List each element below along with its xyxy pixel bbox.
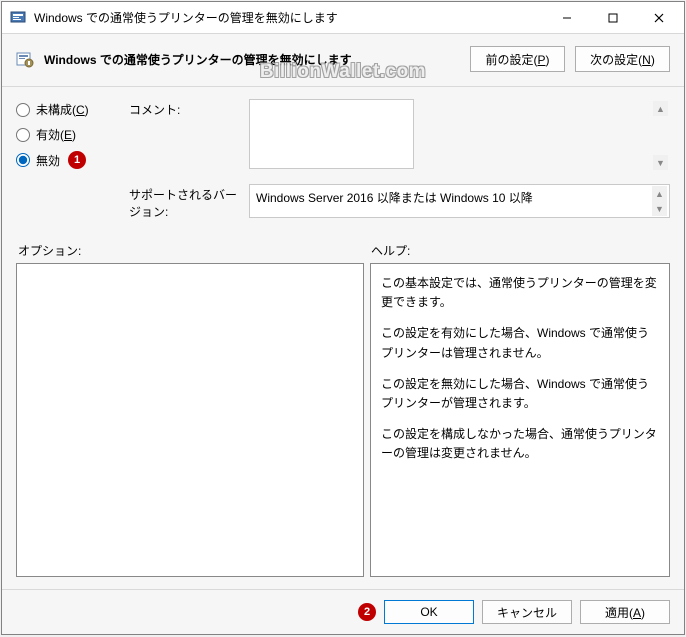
help-paragraph: この設定を構成しなかった場合、通常使うプリンターの管理は変更されません。 (381, 425, 659, 463)
annotation-badge-1: 1 (68, 151, 86, 169)
close-button[interactable] (636, 3, 682, 33)
comment-label: コメント: (129, 99, 239, 118)
next-setting-button[interactable]: 次の設定(N) (575, 46, 670, 72)
cancel-button[interactable]: キャンセル (482, 600, 572, 624)
radio-disabled-label: 無効 (36, 152, 60, 169)
dialog-header: Windows での通常使うプリンターの管理を無効にします 前の設定(P) 次の… (2, 34, 684, 87)
content-area: 未構成(C) 有効(E) 無効 1 コメント: (2, 87, 684, 589)
dialog-window: Windows での通常使うプリンターの管理を無効にします Windows での… (1, 1, 685, 635)
titlebar: Windows での通常使うプリンターの管理を無効にします (2, 2, 684, 34)
options-heading: オプション: (16, 242, 371, 259)
policy-icon (16, 50, 34, 68)
help-paragraph: この設定を無効にした場合、Windows で通常使うプリンターが管理されます。 (381, 375, 659, 413)
policy-title: Windows での通常使うプリンターの管理を無効にします (44, 51, 460, 68)
radio-enabled-label: 有効(E) (36, 126, 76, 143)
radio-enabled[interactable]: 有効(E) (16, 126, 121, 143)
scroll-up-icon: ▲ (652, 186, 667, 201)
radio-disabled-input[interactable] (16, 153, 30, 167)
radio-not-configured[interactable]: 未構成(C) (16, 101, 121, 118)
comment-textarea[interactable] (249, 99, 414, 169)
panels-row: この基本設定では、通常使うプリンターの管理を変更できます。 この設定を有効にした… (16, 263, 670, 577)
options-panel (16, 263, 364, 577)
radio-not-configured-input[interactable] (16, 103, 30, 117)
ok-button[interactable]: OK (384, 600, 474, 624)
scroll-down-icon: ▼ (652, 201, 667, 216)
radio-not-configured-label: 未構成(C) (36, 101, 89, 118)
comment-scroll-indicator: ▲ ▼ (653, 101, 668, 170)
minimize-button[interactable] (544, 3, 590, 33)
supported-on-text: Windows Server 2016 以降または Windows 10 以降 … (249, 184, 670, 218)
previous-setting-button[interactable]: 前の設定(P) (470, 46, 565, 72)
help-panel: この基本設定では、通常使うプリンターの管理を変更できます。 この設定を有効にした… (370, 263, 670, 577)
help-paragraph: この設定を有効にした場合、Windows で通常使うプリンターは管理されません。 (381, 324, 659, 362)
scroll-up-icon: ▲ (653, 101, 668, 116)
help-paragraph: この基本設定では、通常使うプリンターの管理を変更できます。 (381, 274, 659, 312)
help-heading: ヘルプ: (371, 242, 410, 259)
maximize-button[interactable] (590, 3, 636, 33)
mid-column: コメント: ▲ ▼ サポートされるバージョン: Windows Server 2… (129, 99, 670, 220)
supported-on-label: サポートされるバージョン: (129, 184, 239, 220)
scroll-down-icon: ▼ (653, 155, 668, 170)
window-title: Windows での通常使うプリンターの管理を無効にします (34, 9, 544, 26)
app-icon (10, 10, 26, 26)
supported-scroll-indicator: ▲ ▼ (652, 186, 667, 216)
state-radio-group: 未構成(C) 有効(E) 無効 1 (16, 99, 121, 169)
annotation-badge-2: 2 (358, 603, 376, 621)
apply-button[interactable]: 適用(A) (580, 600, 670, 624)
supported-on-value: Windows Server 2016 以降または Windows 10 以降 (256, 191, 533, 205)
radio-enabled-input[interactable] (16, 128, 30, 142)
dialog-footer: 2 OK キャンセル 適用(A) (2, 589, 684, 634)
radio-disabled[interactable]: 無効 1 (16, 151, 121, 169)
subhead-row: オプション: ヘルプ: (16, 242, 670, 259)
